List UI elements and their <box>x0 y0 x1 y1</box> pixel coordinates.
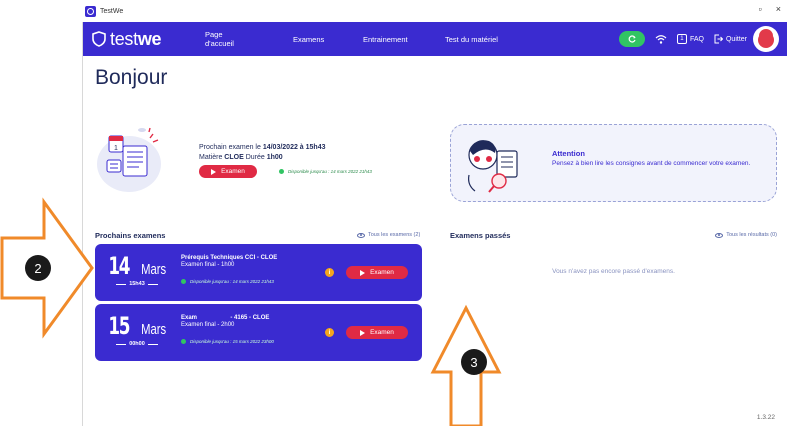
window-titlebar: TestWe ▫ × <box>82 0 787 22</box>
start-next-exam-button[interactable]: Examen <box>199 165 257 178</box>
subject-label: Matière <box>199 153 225 161</box>
exam-month: Mars <box>140 261 166 278</box>
nav-exams[interactable]: Examens <box>293 35 324 44</box>
sync-icon <box>628 35 636 43</box>
attention-body: Pensez à bien lire les consignes avant d… <box>552 160 751 167</box>
next-exam-text: Prochain examen le 14/03/2022 à 15h43 Ma… <box>199 143 326 162</box>
calendar-document-illustration: 1 <box>97 127 161 192</box>
brand-name-bold: we <box>137 28 162 49</box>
exam-month: Mars <box>140 321 166 338</box>
minimize-button[interactable]: ▫ <box>759 4 762 14</box>
exam-title: Exam - 4165 - CLOE <box>181 315 270 321</box>
annotation-badge: 2 <box>25 255 51 281</box>
sync-button[interactable] <box>618 31 645 47</box>
faq-link[interactable]: 1 FAQ <box>676 34 704 44</box>
annotation-badge: 3 <box>461 349 487 375</box>
exam-title: Prérequis Techniques CCI - CLOE <box>181 255 278 261</box>
exam-date: 14 Mars 15h43 <box>108 252 166 287</box>
person-magnifier-illustration <box>468 140 518 193</box>
next-exam-summary: 1 Prochain examen le 14/03/2022 à 15h43 … <box>95 120 435 198</box>
wifi-icon <box>655 35 667 44</box>
upcoming-exams-title: Prochains examens <box>95 231 166 240</box>
exam-availability: Disponible jusqu'au : 15 mars 2022 23h00 <box>181 339 274 344</box>
eye-icon <box>357 232 365 238</box>
close-button[interactable]: × <box>776 4 781 14</box>
exam-time: 15h43 <box>129 281 145 287</box>
duration-label: Durée <box>243 153 267 161</box>
top-navbar: testwe Page d'accueil Examens Entraineme… <box>83 22 787 56</box>
faq-icon: 1 <box>676 34 687 44</box>
all-exams-label: Tous les examens (2) <box>368 232 421 238</box>
exam-card: 14 Mars 15h43 Prérequis Techniques CCI -… <box>95 244 422 301</box>
play-icon <box>211 168 217 175</box>
all-results-link[interactable]: Tous les résultats (0) <box>715 232 777 238</box>
next-exam-subject: CLOE <box>224 153 244 161</box>
exam-button-label: Examen <box>370 329 394 336</box>
eye-icon <box>715 232 724 238</box>
nav-home[interactable]: Page d'accueil <box>205 30 234 48</box>
play-icon <box>360 269 366 276</box>
exam-subtitle: Examen final - 2h00 <box>181 322 235 328</box>
quit-label: Quitter <box>725 35 747 43</box>
exam-date: 15 Mars 00h00 <box>108 312 166 347</box>
faq-label: FAQ <box>689 35 704 43</box>
start-exam-button[interactable]: Examen <box>346 266 408 279</box>
exam-card: 15 Mars 00h00 Exam - 4165 - CLOE Examen … <box>95 304 422 361</box>
exam-button-label: Examen <box>370 269 394 276</box>
attention-title: Attention <box>552 149 585 158</box>
exam-day: 15 <box>108 312 131 340</box>
start-exam-button[interactable]: Examen <box>346 326 408 339</box>
play-icon <box>360 329 366 336</box>
quit-link[interactable]: Quitter <box>714 34 747 44</box>
app-icon <box>85 5 96 17</box>
past-exams-title: Examens passés <box>450 231 511 240</box>
all-results-label: Tous les résultats (0) <box>726 232 777 238</box>
annotation-overlay <box>0 197 502 426</box>
nav-training[interactable]: Entrainement <box>363 35 408 44</box>
no-past-exams-message: Vous n'avez pas encore passé d'examens. <box>552 268 675 275</box>
status-dot-icon <box>181 339 186 344</box>
exam-subtitle: Examen final - 1h00 <box>181 262 235 268</box>
exam-availability: Disponible jusqu'au : 14 mars 2022 21h43 <box>181 279 274 284</box>
exam-button-label: Examen <box>221 168 245 175</box>
svg-text:1: 1 <box>114 145 118 152</box>
brand-logo[interactable]: testwe <box>91 28 162 50</box>
next-exam-label: Prochain examen le <box>199 144 263 151</box>
attention-notice: Attention Pensez à bien lire les consign… <box>450 124 777 202</box>
window-title: TestWe <box>100 7 124 15</box>
info-icon[interactable]: i <box>325 268 334 277</box>
app-version: 1.3.22 <box>756 414 775 421</box>
logout-icon <box>714 34 723 44</box>
info-icon[interactable]: i <box>325 328 334 337</box>
next-exam-date: 14/03/2022 à 15h43 <box>262 144 326 151</box>
page-title: Bonjour <box>95 66 168 89</box>
window-border <box>82 22 83 426</box>
avatar[interactable] <box>753 26 779 52</box>
nav-hardware-test[interactable]: Test du matériel <box>445 35 498 44</box>
all-exams-link[interactable]: Tous les examens (2) <box>357 232 420 238</box>
shield-icon <box>92 31 106 47</box>
next-exam-duration: 1h00 <box>266 153 283 161</box>
brand-name-light: test <box>110 28 138 49</box>
next-exam-availability: Disponible jusqu'au : 14 mars 2022 21h43 <box>279 169 372 174</box>
status-dot-icon <box>279 169 284 174</box>
status-dot-icon <box>181 279 186 284</box>
availability-text: Disponible jusqu'au : 14 mars 2022 21h43 <box>288 169 372 174</box>
exam-day: 14 <box>108 252 131 280</box>
exam-time: 00h00 <box>129 341 145 347</box>
